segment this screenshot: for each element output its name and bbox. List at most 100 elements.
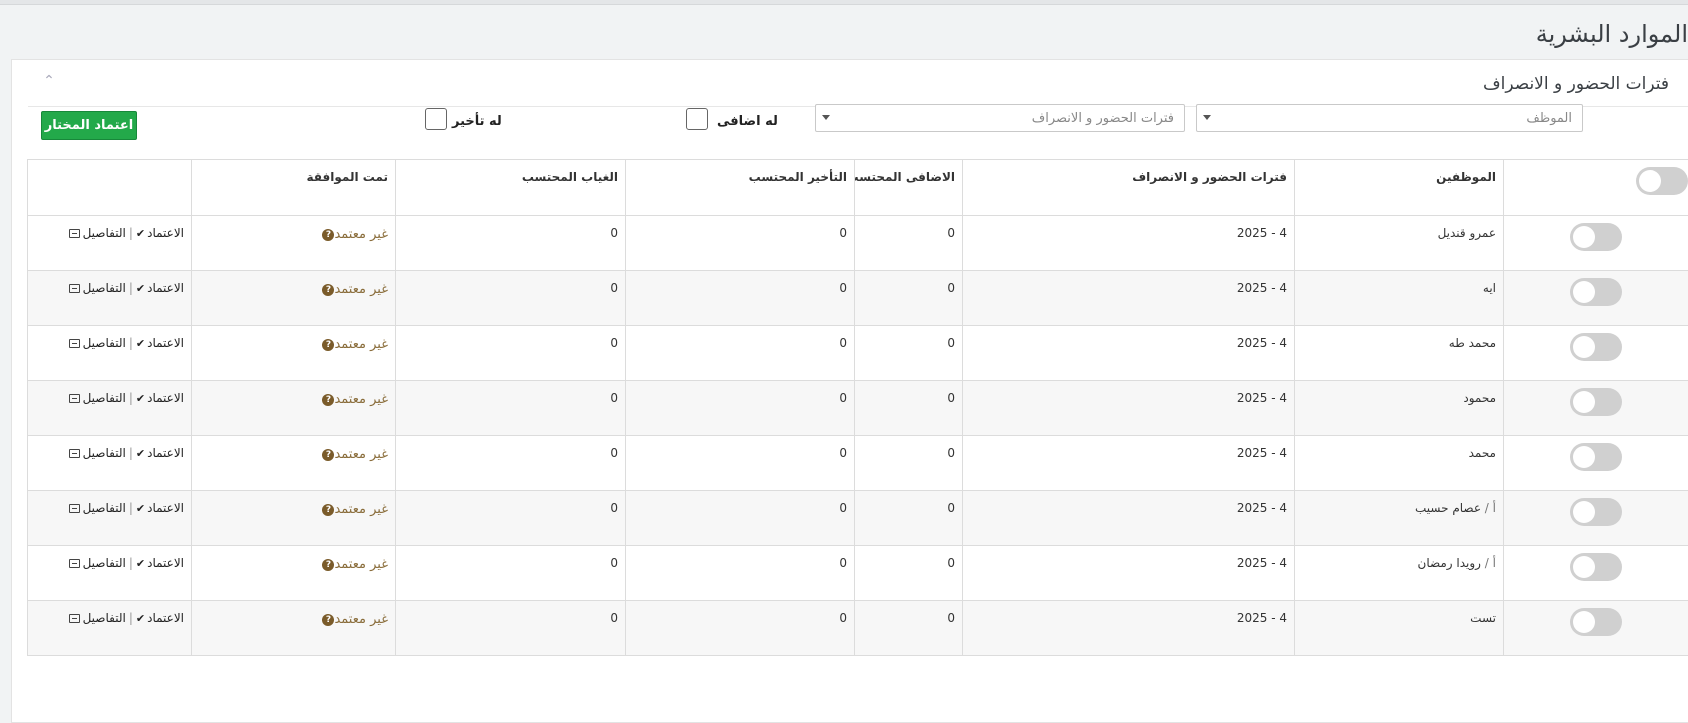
action-separator: | <box>129 226 133 240</box>
details-link[interactable]: التفاصيل <box>69 281 126 295</box>
details-link[interactable]: التفاصيل <box>69 556 126 570</box>
absence-cell: 0 <box>396 381 626 436</box>
chevron-up-icon[interactable]: ⌃ <box>42 74 56 88</box>
overtime-cell: 0 <box>855 271 963 326</box>
status-badge: غير معتمد <box>334 612 388 627</box>
details-icon <box>69 229 80 238</box>
details-icon <box>69 559 80 568</box>
actions-cell: الاعتماد✔|التفاصيل <box>28 381 192 436</box>
details-link[interactable]: التفاصيل <box>69 226 126 240</box>
absence-cell: 0 <box>396 326 626 381</box>
overtime-cell: 0 <box>855 546 963 601</box>
details-link-label: التفاصيل <box>83 446 126 460</box>
approve-link-label: الاعتماد <box>147 501 184 515</box>
approve-link[interactable]: الاعتماد✔ <box>136 281 184 295</box>
details-icon <box>69 394 80 403</box>
late-cell: 0 <box>626 381 855 436</box>
approve-link[interactable]: الاعتماد✔ <box>136 611 184 625</box>
approval-status-cell: غير معتمد? <box>192 491 396 546</box>
approval-status-cell: غير معتمد? <box>192 326 396 381</box>
employee-select-placeholder: الموظف <box>1526 111 1572 126</box>
table-row: أ / رويدا رمضان4 - 2025000غير معتمد?الاع… <box>28 546 1688 601</box>
row-select-toggle[interactable] <box>1570 608 1622 636</box>
question-circle-icon: ? <box>322 284 334 296</box>
employee-name: رويدا رمضان <box>1418 556 1481 570</box>
approve-selected-button[interactable]: اعتماد المختار <box>41 111 137 140</box>
check-icon: ✔ <box>136 227 145 240</box>
action-separator: | <box>129 446 133 460</box>
question-circle-icon: ? <box>322 339 334 351</box>
question-circle-icon: ? <box>322 559 334 571</box>
details-link[interactable]: التفاصيل <box>69 446 126 460</box>
overtime-checkbox[interactable] <box>686 108 708 130</box>
late-checkbox-label: له تأخير <box>452 114 502 129</box>
row-select-toggle[interactable] <box>1570 223 1622 251</box>
employee-select[interactable]: الموظف <box>1196 104 1583 132</box>
overtime-cell: 0 <box>855 216 963 271</box>
toggle-knob <box>1573 501 1595 523</box>
attendance-table: الموظفين فترات الحضور و الانصراف الاضافى… <box>27 159 1688 656</box>
late-checkbox[interactable] <box>425 108 447 130</box>
row-select-cell <box>1504 491 1688 546</box>
late-cell: 0 <box>626 491 855 546</box>
details-icon <box>69 449 80 458</box>
overtime-value: 0 <box>855 381 962 405</box>
header-approved: تمت الموافقة <box>192 160 396 216</box>
details-link[interactable]: التفاصيل <box>69 501 126 515</box>
header-late-label: التأخير المحتسب <box>626 160 854 184</box>
approve-link-label: الاعتماد <box>147 226 184 240</box>
absence-cell: 0 <box>396 216 626 271</box>
employee-cell: ايه <box>1295 271 1504 326</box>
period-select[interactable]: فترات الحضور و الانصراف <box>815 104 1185 132</box>
row-select-toggle[interactable] <box>1570 278 1622 306</box>
overtime-checkbox-label: له اضافى <box>717 114 778 129</box>
row-select-cell <box>1504 216 1688 271</box>
approve-link[interactable]: الاعتماد✔ <box>136 226 184 240</box>
details-link-label: التفاصيل <box>83 281 126 295</box>
table-row: أ / عصام حسيب4 - 2025000غير معتمد?الاعتم… <box>28 491 1688 546</box>
approve-link[interactable]: الاعتماد✔ <box>136 446 184 460</box>
absence-value: 0 <box>396 326 625 350</box>
row-select-toggle[interactable] <box>1570 553 1622 581</box>
details-link[interactable]: التفاصيل <box>69 336 126 350</box>
approve-link[interactable]: الاعتماد✔ <box>136 556 184 570</box>
employee-name: تست <box>1470 611 1496 625</box>
approval-status-cell: غير معتمد? <box>192 601 396 656</box>
employee-cell: محمد <box>1295 436 1504 491</box>
details-link[interactable]: التفاصيل <box>69 391 126 405</box>
approve-link[interactable]: الاعتماد✔ <box>136 501 184 515</box>
employee-cell: أ / رويدا رمضان <box>1295 546 1504 601</box>
period-cell: 4 - 2025 <box>963 546 1295 601</box>
period-cell: 4 - 2025 <box>963 491 1295 546</box>
approve-link[interactable]: الاعتماد✔ <box>136 391 184 405</box>
row-select-toggle[interactable] <box>1570 498 1622 526</box>
dropdown-arrow-icon <box>1203 115 1211 120</box>
row-select-toggle[interactable] <box>1570 333 1622 361</box>
header-overtime: الاضافى المحتسب <box>855 160 963 216</box>
toggle-knob <box>1573 446 1595 468</box>
details-link-label: التفاصيل <box>83 336 126 350</box>
row-select-toggle[interactable] <box>1570 443 1622 471</box>
action-separator: | <box>129 336 133 350</box>
details-link[interactable]: التفاصيل <box>69 611 126 625</box>
action-separator: | <box>129 391 133 405</box>
row-select-cell <box>1504 381 1688 436</box>
period-select-placeholder: فترات الحضور و الانصراف <box>1032 111 1174 126</box>
approve-link-label: الاعتماد <box>147 281 184 295</box>
select-all-toggle[interactable] <box>1636 167 1688 195</box>
overtime-value: 0 <box>855 546 962 570</box>
late-cell: 0 <box>626 326 855 381</box>
question-circle-icon: ? <box>322 449 334 461</box>
employee-cell: محمد طه <box>1295 326 1504 381</box>
period-cell: 4 - 2025 <box>963 601 1295 656</box>
overtime-value: 0 <box>855 491 962 515</box>
approve-link[interactable]: الاعتماد✔ <box>136 336 184 350</box>
details-link-label: التفاصيل <box>83 391 126 405</box>
row-select-cell <box>1504 436 1688 491</box>
approval-status-cell: غير معتمد? <box>192 216 396 271</box>
row-select-toggle[interactable] <box>1570 388 1622 416</box>
approve-link-label: الاعتماد <box>147 556 184 570</box>
overtime-value: 0 <box>855 326 962 350</box>
header-actions <box>28 160 192 216</box>
late-value: 0 <box>626 381 854 405</box>
